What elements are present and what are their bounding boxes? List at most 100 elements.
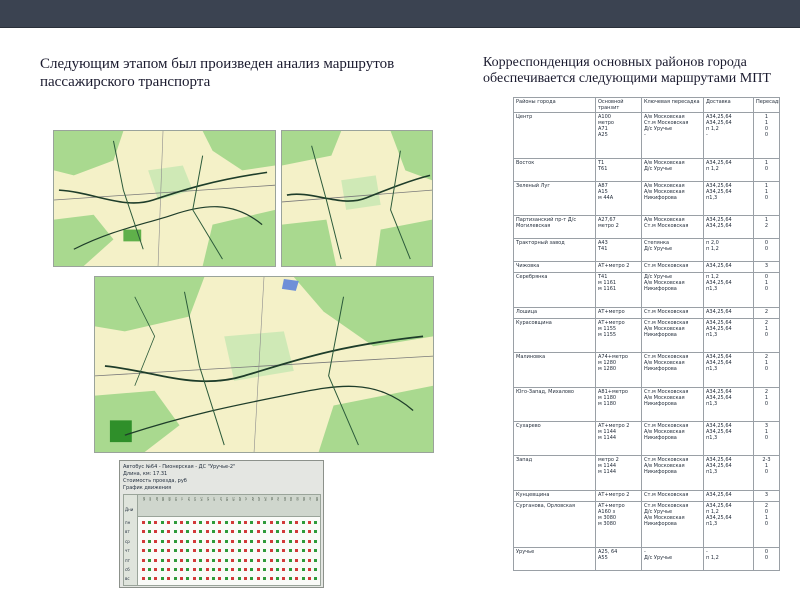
route-map-2	[281, 130, 433, 267]
changes-cell: 3	[753, 260, 780, 274]
schedule-mark	[179, 568, 183, 571]
schedule-mark	[275, 568, 279, 571]
schedule-mark	[147, 568, 151, 571]
schedule-mark	[173, 530, 177, 534]
schedule-mark	[141, 568, 145, 571]
schedule-mark	[288, 521, 292, 524]
transfer-cell: Ст.м Московская А/в Московская Никифорова	[641, 352, 704, 388]
delivery-cell: А34,25,64 А34,25,64 п1,3	[703, 455, 754, 491]
table-header-row: Районы города Основной транзит Ключевая …	[513, 97, 780, 113]
table-row: Зеленый Луг А87 А15 м 44А А/в Московская А/в …	[513, 180, 780, 217]
transfer-cell: А/в Московская Д/с Уручье	[641, 157, 704, 182]
transit-cell-line: АТ+метро 2	[598, 262, 630, 269]
transfer-cell-line: Никифорова	[644, 286, 677, 293]
schedule-mark	[154, 521, 158, 524]
slide: Следующим этапом был произведен анализ м…	[0, 0, 800, 600]
delivery-cell-line: п1,3	[706, 469, 718, 476]
schedule-mark	[269, 568, 273, 571]
header-changes: Пересадки	[753, 97, 780, 113]
schedule-mark	[314, 549, 318, 553]
schedule-mark	[231, 577, 235, 581]
schedule-mark	[237, 539, 241, 543]
schedule-hour-label: 01	[270, 497, 273, 501]
schedule-mark	[199, 539, 203, 543]
slide-heading-right: Корреспонденция основных районов города …	[483, 55, 771, 86]
schedule-mark	[288, 577, 292, 581]
changes-cell: 2010	[753, 501, 780, 548]
schedule-mark	[199, 558, 203, 562]
schedule-mark	[295, 558, 299, 562]
schedule-hour-label: 17	[218, 497, 222, 501]
delivery-cell-line: А34,25,64	[706, 308, 732, 315]
schedule-mark	[301, 530, 305, 534]
delivery-cell: п 2,0 п 1,2	[703, 237, 754, 262]
transit-cell: АТ+метро 2	[595, 489, 642, 503]
schedule-mark	[167, 539, 171, 543]
schedule-mark	[205, 530, 209, 534]
schedule-mark	[141, 530, 145, 534]
district-cell: Центр	[513, 112, 596, 159]
transit-cell-line: метро 2	[598, 223, 619, 230]
transit-cell-line: м 1155	[598, 332, 617, 339]
schedule-mark	[205, 558, 209, 562]
schedule-mark	[243, 521, 247, 524]
changes-cell: 210	[753, 318, 780, 354]
route-map-3	[94, 276, 434, 453]
delivery-cell-line: п1,3	[706, 332, 718, 339]
transfer-cell: Степянка Д/с Уручье	[641, 237, 704, 262]
schedule-mark	[147, 577, 151, 581]
schedule-hour-label: 09	[167, 497, 171, 501]
district-cell: Серебрянка	[513, 272, 596, 308]
routes-table: Районы города Основной транзит Ключевая …	[513, 97, 780, 572]
schedule-mark	[282, 549, 286, 553]
schedule-mark	[282, 521, 286, 524]
schedule-mark	[250, 568, 254, 571]
schedule-mark	[192, 521, 196, 524]
schedule-mark	[154, 549, 158, 553]
transfer-cell: А/в Московская А/в Московская Никифорова	[641, 180, 704, 217]
schedule-hour-label: 24	[263, 497, 267, 501]
schedule-mark	[147, 539, 151, 543]
transfer-cell: А/в Московская Ст.м Московская	[641, 215, 704, 239]
schedule-mark	[192, 568, 196, 571]
district-cell: Лошица	[513, 306, 596, 320]
schedule-mark	[269, 577, 273, 581]
schedule-mark	[288, 530, 292, 534]
table-row: Кунцевщина АТ+метро 2 Ст.м Московская А34,2…	[513, 489, 780, 503]
schedule-hour-label: 07	[308, 497, 312, 501]
schedule-mark	[186, 558, 190, 562]
schedule-mark	[269, 558, 273, 562]
schedule-mark	[263, 577, 267, 581]
schedule-mark	[224, 539, 228, 543]
schedule-mark	[256, 577, 260, 581]
table-row: Юго-Запад, Михалово А81+метро м 1180 м 1180…	[513, 386, 780, 423]
transit-cell-line: АТ+метро 2	[598, 491, 630, 498]
schedule-mark	[186, 549, 190, 553]
changes-cell: 210	[753, 386, 780, 423]
schedule-interval: График движения	[123, 485, 172, 491]
schedule-mark	[205, 549, 209, 553]
transfer-cell-line: Никифорова	[644, 400, 677, 407]
schedule-day-label: пн	[125, 520, 131, 525]
transfer-cell: - Д/с Уручье	[641, 546, 704, 572]
schedule-mark	[288, 568, 292, 571]
delivery-cell: А34,25,64 А34,25,64 п1,3	[703, 352, 754, 388]
delivery-cell-line: А34,25,64	[706, 223, 732, 230]
schedule-day-label: вт	[125, 529, 130, 535]
changes-cell-line: 3	[764, 262, 769, 269]
transfer-cell: Ст.м Московская	[641, 489, 704, 503]
delivery-cell: А34,25,64 А34,25,64	[703, 215, 754, 239]
transit-cell: Т41 м 1161 м 1161	[595, 272, 642, 308]
schedule-mark	[141, 521, 145, 524]
schedule-mark	[295, 577, 299, 581]
schedule-mark	[282, 577, 286, 581]
table-row: Сухарево АТ+метро 2м 1144 м 1144 Ст.м Моско…	[513, 421, 780, 457]
schedule-hour-label: 16	[212, 497, 216, 501]
schedule-mark	[167, 521, 171, 524]
schedule-mark	[231, 530, 235, 534]
schedule-mark	[199, 568, 203, 571]
district-cell: Тракторный завод	[513, 237, 596, 262]
district-cell: Малиновка	[513, 352, 596, 388]
schedule-mark	[160, 539, 164, 543]
transit-cell-line: м 1180	[598, 400, 617, 407]
